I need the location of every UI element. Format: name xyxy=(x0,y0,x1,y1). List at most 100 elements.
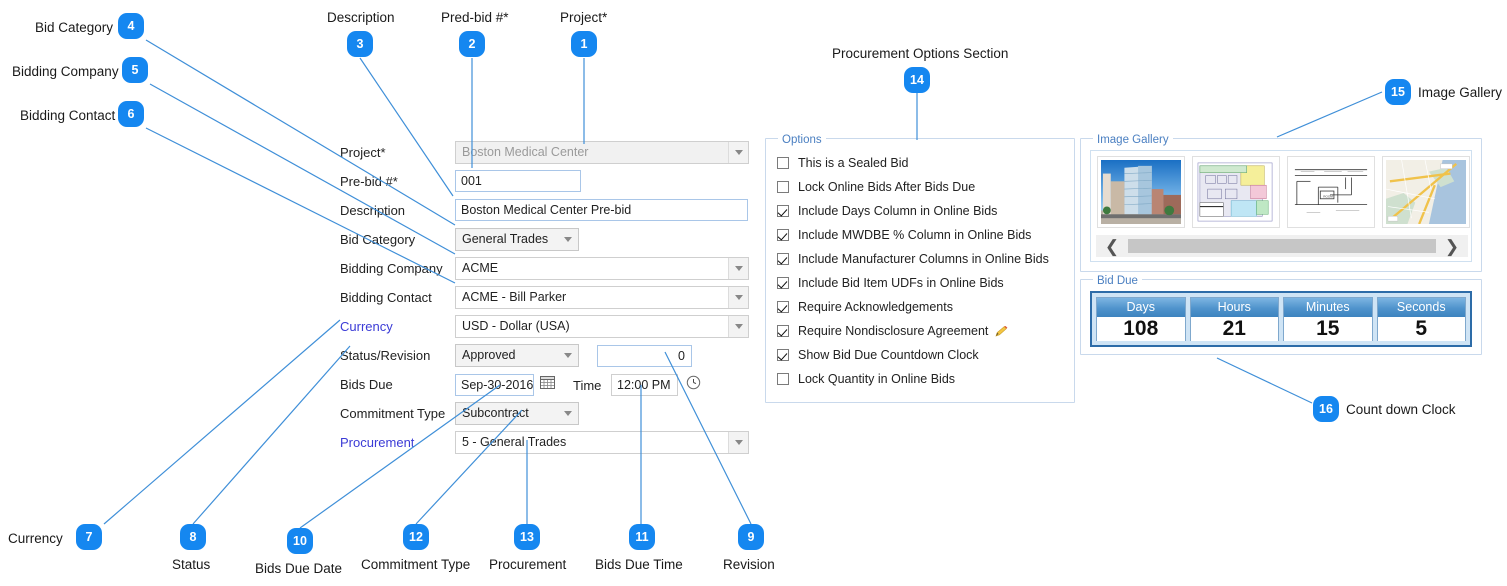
option-label: Include Bid Item UDFs in Online Bids xyxy=(798,276,1004,290)
option-row[interactable]: Include Days Column in Online Bids xyxy=(777,203,997,219)
label-procurement[interactable]: Procurement xyxy=(340,435,414,450)
label-bidding-contact: Bidding Contact xyxy=(340,290,432,305)
callout-badge-9: 9 xyxy=(738,524,764,550)
calendar-icon[interactable] xyxy=(540,375,555,390)
checkbox-unchecked[interactable] xyxy=(777,157,789,169)
callout-badge-10: 10 xyxy=(287,528,313,554)
commitment-type-dropdown-button[interactable] xyxy=(558,403,578,424)
bidding-company-combo[interactable]: ACME xyxy=(455,257,749,280)
callout-badge-8: 8 xyxy=(180,524,206,550)
status-dropdown-button[interactable] xyxy=(558,345,578,366)
bids-due-date-input[interactable]: Sep-30-2016 xyxy=(455,374,534,396)
callout-badge-15: 15 xyxy=(1385,79,1411,105)
checkbox-checked[interactable] xyxy=(777,349,789,361)
option-row[interactable]: Require Acknowledgements xyxy=(777,299,953,315)
option-row[interactable]: Show Bid Due Countdown Clock xyxy=(777,347,979,363)
procurement-combo[interactable]: 5 - General Trades xyxy=(455,431,749,454)
currency-combo[interactable]: USD - Dollar (USA) xyxy=(455,315,749,338)
gallery-scrollbar[interactable]: ❮ ❯ xyxy=(1096,235,1468,257)
callout-badge-11: 11 xyxy=(629,524,655,550)
option-row[interactable]: This is a Sealed Bid xyxy=(777,155,908,171)
gallery-scroll-track[interactable] xyxy=(1128,239,1436,253)
checkbox-unchecked[interactable] xyxy=(777,181,789,193)
bidding-contact-dropdown-button[interactable] xyxy=(728,287,748,308)
options-legend: Options xyxy=(778,134,826,146)
chevron-left-icon[interactable]: ❮ xyxy=(1096,238,1128,255)
option-label: Include Days Column in Online Bids xyxy=(798,204,998,218)
callout-badge-5: 5 xyxy=(122,57,148,83)
countdown-unit-value: 21 xyxy=(1190,317,1278,341)
option-row[interactable]: Include Bid Item UDFs in Online Bids xyxy=(777,275,1004,291)
chevron-down-icon xyxy=(564,237,572,242)
pre-bid-number-input[interactable]: 001 xyxy=(455,170,581,192)
label-bidding-company: Bidding Company xyxy=(340,261,443,276)
bidding-company-dropdown-button[interactable] xyxy=(728,258,748,279)
pencil-icon[interactable] xyxy=(994,325,1008,337)
currency-dropdown-button[interactable] xyxy=(728,316,748,337)
currency-value: USD - Dollar (USA) xyxy=(462,319,570,333)
option-row[interactable]: Include Manufacturer Columns in Online B… xyxy=(777,251,1049,267)
options-group xyxy=(765,138,1075,403)
callout-badge-13: 13 xyxy=(514,524,540,550)
countdown-clock: Days 108 Hours 21 Minutes 15 Seconds 5 xyxy=(1090,291,1472,347)
status-value: Approved xyxy=(462,348,516,362)
bids-due-time-input[interactable]: 12:00 PM xyxy=(611,374,678,396)
callout-label-2: Pred-bid #* xyxy=(441,10,509,25)
clock-icon[interactable] xyxy=(686,375,701,390)
gallery-thumb-4[interactable] xyxy=(1382,156,1470,228)
checkbox-checked[interactable] xyxy=(777,277,789,289)
callout-label-15: Image Gallery xyxy=(1418,85,1503,100)
option-row[interactable]: Require Nondisclosure Agreement xyxy=(777,323,1008,339)
gallery-thumb-3[interactable]: ROOM xyxy=(1287,156,1375,228)
chevron-down-icon xyxy=(734,266,743,271)
status-combo[interactable]: Approved xyxy=(455,344,579,367)
procurement-value: 5 - General Trades xyxy=(462,435,567,449)
commitment-type-combo[interactable]: Subcontract xyxy=(455,402,579,425)
countdown-unit-value: 108 xyxy=(1097,317,1185,341)
gallery-thumb-2[interactable] xyxy=(1192,156,1280,228)
project-dropdown-button xyxy=(728,142,748,163)
bid-category-combo[interactable]: General Trades xyxy=(455,228,579,251)
countdown-unit-label: Hours xyxy=(1190,298,1278,317)
option-row[interactable]: Include MWDBE % Column in Online Bids xyxy=(777,227,1031,243)
line-drawing-thumbnail: ROOM xyxy=(1291,160,1371,224)
callout-label-13: Procurement xyxy=(489,557,567,572)
callout-label-10: Bids Due Date xyxy=(255,561,343,576)
label-currency[interactable]: Currency xyxy=(340,319,393,334)
option-label: Show Bid Due Countdown Clock xyxy=(798,348,979,362)
checkbox-checked[interactable] xyxy=(777,229,789,241)
chevron-down-icon xyxy=(734,440,743,445)
callout-label-9: Revision xyxy=(723,557,775,572)
option-row[interactable]: Lock Quantity in Online Bids xyxy=(777,371,955,387)
callout-badge-1: 1 xyxy=(571,31,597,57)
chevron-right-icon[interactable]: ❯ xyxy=(1436,238,1468,255)
checkbox-checked[interactable] xyxy=(777,205,789,217)
callout-label-6: Bidding Contact xyxy=(20,108,116,123)
checkbox-checked[interactable] xyxy=(777,301,789,313)
bidding-contact-combo[interactable]: ACME - Bill Parker xyxy=(455,286,749,309)
callout-label-1: Project* xyxy=(560,10,608,25)
countdown-cell: Hours 21 xyxy=(1189,297,1279,341)
checkbox-checked[interactable] xyxy=(777,325,789,337)
callout-badge-14: 14 xyxy=(904,67,930,93)
option-label: Include Manufacturer Columns in Online B… xyxy=(798,252,1049,266)
callout-badge-6: 6 xyxy=(118,101,144,127)
callout-label-16: Count down Clock xyxy=(1346,402,1456,417)
revision-input[interactable]: 0 xyxy=(597,345,692,367)
callout-label-12: Commitment Type xyxy=(361,557,471,572)
bidding-contact-value: ACME - Bill Parker xyxy=(462,290,567,304)
image-gallery-legend: Image Gallery xyxy=(1093,134,1173,146)
commitment-type-value: Subcontract xyxy=(462,406,529,420)
procurement-dropdown-button[interactable] xyxy=(728,432,748,453)
callout-label-8: Status xyxy=(172,557,211,572)
checkbox-unchecked[interactable] xyxy=(777,373,789,385)
svg-text:ROOM: ROOM xyxy=(1323,194,1333,198)
label-project: Project* xyxy=(340,145,386,160)
checkbox-checked[interactable] xyxy=(777,253,789,265)
option-row[interactable]: Lock Online Bids After Bids Due xyxy=(777,179,975,195)
bid-category-dropdown-button[interactable] xyxy=(558,229,578,250)
countdown-unit-label: Days xyxy=(1097,298,1185,317)
chevron-down-icon xyxy=(564,353,572,358)
description-input[interactable]: Boston Medical Center Pre-bid xyxy=(455,199,748,221)
gallery-thumb-1[interactable] xyxy=(1097,156,1185,228)
